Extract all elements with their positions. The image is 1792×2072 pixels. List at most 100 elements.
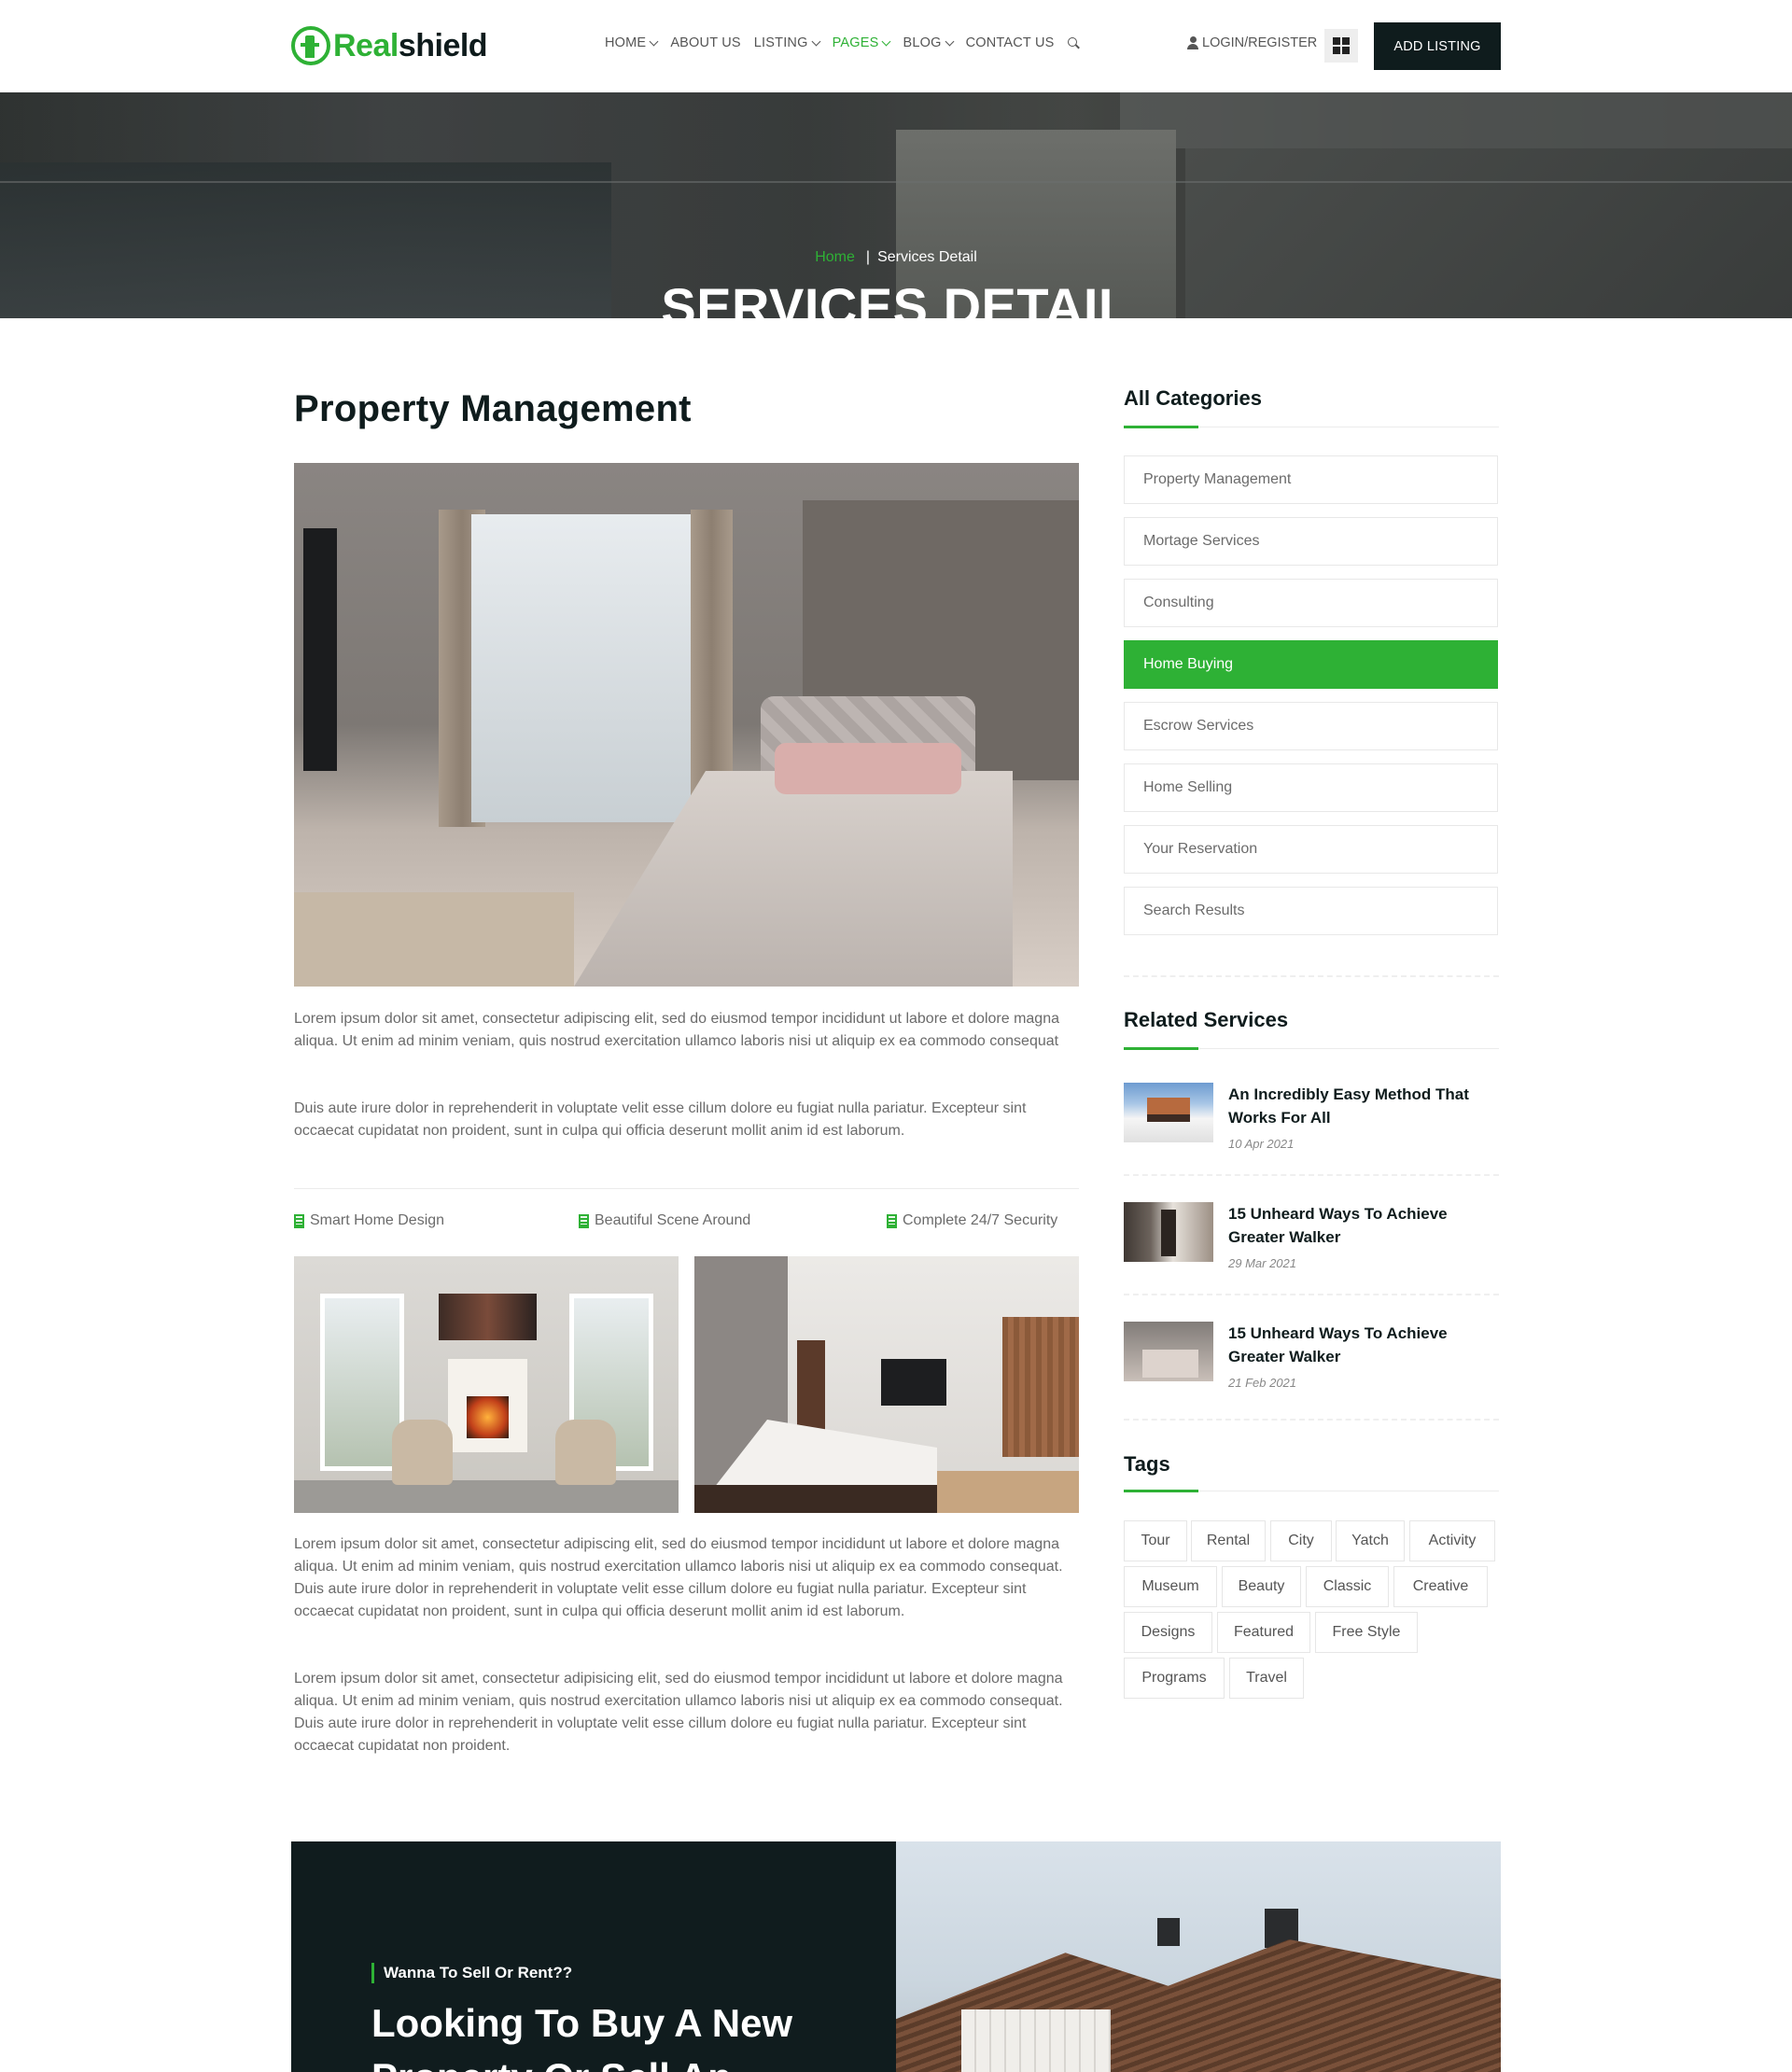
category-item[interactable]: Mortage Services bbox=[1124, 517, 1498, 566]
related-service-item[interactable]: 15 Unheard Ways To Achieve Greater Walke… bbox=[1124, 1202, 1499, 1286]
feature-label: Complete 24/7 Security bbox=[903, 1212, 1058, 1228]
tag[interactable]: Beauty bbox=[1222, 1566, 1301, 1607]
heading-accent bbox=[1124, 1047, 1198, 1050]
tag[interactable]: City bbox=[1270, 1520, 1332, 1561]
building-icon bbox=[887, 1213, 897, 1228]
heading-accent bbox=[1124, 426, 1198, 428]
paragraph: Duis aute irure dolor in reprehenderit i… bbox=[294, 1100, 1027, 1139]
breadcrumb-home-link[interactable]: Home bbox=[815, 249, 855, 265]
tag[interactable]: Free Style bbox=[1315, 1612, 1418, 1653]
nav-pages[interactable]: PAGES bbox=[832, 35, 891, 50]
dashed-divider bbox=[1124, 975, 1499, 977]
login-register-label: LOGIN/REGISTER bbox=[1202, 35, 1318, 50]
tag[interactable]: Programs bbox=[1124, 1658, 1225, 1699]
img-floor bbox=[294, 892, 574, 987]
nav-pages-label: PAGES bbox=[832, 35, 879, 50]
site-header: Realshield HOME ABOUT US LISTING PAGES B… bbox=[0, 0, 1792, 92]
chevron-down-icon bbox=[945, 36, 955, 46]
related-thumbnail bbox=[1124, 1202, 1213, 1262]
banner-title: SERVICES DETAIL bbox=[661, 277, 1131, 318]
tag[interactable]: Featured bbox=[1217, 1612, 1310, 1653]
nav-listing[interactable]: LISTING bbox=[753, 35, 821, 50]
logo[interactable]: Realshield bbox=[291, 24, 488, 67]
user-icon bbox=[1187, 36, 1198, 49]
tag[interactable]: Activity bbox=[1409, 1520, 1495, 1561]
grid-icon bbox=[1333, 37, 1340, 45]
nav-home-label: HOME bbox=[605, 35, 647, 50]
feature-label: Beautiful Scene Around bbox=[595, 1212, 751, 1228]
page-banner: Home | Services Detail SERVICES DETAIL bbox=[0, 92, 1792, 318]
nav-home[interactable]: HOME bbox=[605, 35, 659, 50]
feature-label: Smart Home Design bbox=[310, 1212, 445, 1228]
related-title[interactable]: 15 Unheard Ways To Achieve Greater Walke… bbox=[1228, 1322, 1504, 1368]
dashed-divider bbox=[1124, 1294, 1499, 1295]
tag[interactable]: Museum bbox=[1124, 1566, 1217, 1607]
related-services-heading: Related Services bbox=[1124, 1008, 1289, 1031]
category-item-active[interactable]: Home Buying bbox=[1124, 640, 1498, 689]
main-nav: HOME ABOUT US LISTING PAGES BLOG CONTACT… bbox=[605, 35, 1077, 50]
tag[interactable]: Travel bbox=[1229, 1658, 1304, 1699]
paragraph: Lorem ipsum dolor sit amet, consectetur … bbox=[294, 1011, 1059, 1049]
tag[interactable]: Creative bbox=[1393, 1566, 1488, 1607]
nav-listing-label: LISTING bbox=[753, 35, 808, 50]
paragraph: Lorem ipsum dolor sit amet, consectetur … bbox=[294, 1536, 1063, 1619]
category-item[interactable]: Search Results bbox=[1124, 887, 1498, 935]
related-date: 21 Feb 2021 bbox=[1228, 1376, 1297, 1390]
related-service-item[interactable]: An Incredibly Easy Method That Works For… bbox=[1124, 1083, 1499, 1167]
related-title[interactable]: An Incredibly Easy Method That Works For… bbox=[1228, 1083, 1504, 1129]
cta-title: Looking To Buy A New Property Or Sell An… bbox=[371, 2001, 793, 2072]
cta-panel: Wanna To Sell Or Rent?? Looking To Buy A… bbox=[291, 1841, 896, 2072]
nav-contact-us[interactable]: CONTACT US bbox=[966, 35, 1055, 50]
nav-contact-label: CONTACT US bbox=[965, 35, 1055, 50]
img-tv bbox=[881, 1359, 946, 1406]
img-chimney bbox=[1157, 1918, 1180, 1946]
chevron-down-icon bbox=[811, 36, 821, 46]
building-icon bbox=[294, 1213, 304, 1228]
chevron-down-icon bbox=[649, 36, 659, 46]
img-bed-base bbox=[694, 1485, 937, 1513]
building-icon bbox=[579, 1213, 589, 1228]
banner-ceiling bbox=[1120, 92, 1792, 148]
sell-rent-cta: Wanna To Sell Or Rent?? Looking To Buy A… bbox=[291, 1841, 1501, 2072]
img-wood-panel bbox=[1002, 1317, 1079, 1457]
logo-icon bbox=[291, 26, 330, 65]
img-window bbox=[471, 514, 705, 822]
category-item[interactable]: Your Reservation bbox=[1124, 825, 1498, 874]
related-title[interactable]: 15 Unheard Ways To Achieve Greater Walke… bbox=[1228, 1202, 1504, 1249]
img-chair bbox=[555, 1420, 616, 1485]
tag[interactable]: Yatch bbox=[1336, 1520, 1405, 1561]
tag[interactable]: Designs bbox=[1124, 1612, 1212, 1653]
grid-icon bbox=[1342, 47, 1350, 54]
nav-about-us[interactable]: ABOUT US bbox=[670, 35, 740, 50]
bedroom-image bbox=[694, 1256, 1079, 1513]
breadcrumb-current: Services Detail bbox=[877, 249, 977, 265]
tag[interactable]: Tour bbox=[1124, 1520, 1187, 1561]
search-icon[interactable] bbox=[1067, 37, 1077, 47]
feature-item: Complete 24/7 Security bbox=[887, 1212, 1057, 1229]
cta-subtitle: Wanna To Sell Or Rent?? bbox=[371, 1963, 572, 1983]
grid-icon bbox=[1342, 37, 1350, 45]
logo-text: Realshield bbox=[333, 28, 488, 64]
category-item[interactable]: Property Management bbox=[1124, 455, 1498, 504]
login-register-link[interactable]: LOGIN/REGISTER bbox=[1187, 35, 1317, 50]
feature-item: Smart Home Design bbox=[294, 1212, 444, 1229]
img-tv bbox=[303, 528, 337, 771]
grid-menu-button[interactable] bbox=[1324, 29, 1358, 63]
category-item[interactable]: Consulting bbox=[1124, 579, 1498, 627]
feature-item: Beautiful Scene Around bbox=[579, 1212, 750, 1229]
related-service-item[interactable]: 15 Unheard Ways To Achieve Greater Walke… bbox=[1124, 1322, 1499, 1406]
category-item[interactable]: Home Selling bbox=[1124, 763, 1498, 812]
dashed-divider bbox=[1124, 1174, 1499, 1176]
tag[interactable]: Rental bbox=[1191, 1520, 1266, 1561]
grid-icon bbox=[1333, 47, 1340, 54]
paragraph: Lorem ipsum dolor sit amet, consectetur … bbox=[294, 1671, 1063, 1754]
img-house-wall bbox=[961, 2009, 1111, 2072]
category-item[interactable]: Escrow Services bbox=[1124, 702, 1498, 750]
nav-blog[interactable]: BLOG bbox=[903, 35, 955, 50]
img-pillows bbox=[775, 743, 961, 794]
breadcrumb-separator: | bbox=[865, 249, 871, 265]
tag[interactable]: Classic bbox=[1306, 1566, 1389, 1607]
breadcrumb: Home | Services Detail bbox=[0, 249, 1792, 266]
heading-accent bbox=[1124, 1490, 1198, 1492]
add-listing-button[interactable]: ADD LISTING bbox=[1374, 22, 1501, 70]
